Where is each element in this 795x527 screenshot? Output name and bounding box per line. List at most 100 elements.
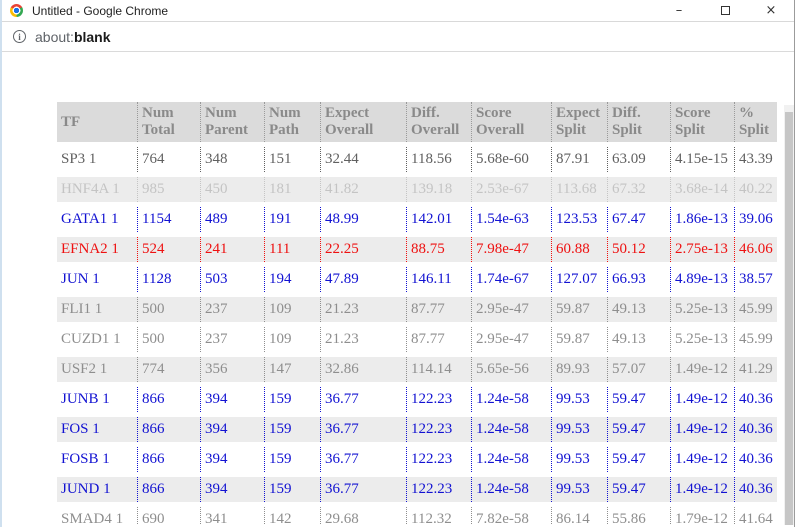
cell: 394 bbox=[200, 387, 264, 412]
cell: 66.93 bbox=[607, 267, 670, 292]
cell: 45.99 bbox=[734, 297, 777, 322]
cell: 4.89e-13 bbox=[670, 267, 734, 292]
cell: 5.65e-56 bbox=[471, 357, 551, 382]
cell: 2.53e-67 bbox=[471, 177, 551, 202]
cell: 181 bbox=[264, 177, 320, 202]
cell: 40.36 bbox=[734, 447, 777, 472]
cell: 36.77 bbox=[320, 387, 406, 412]
cell: 1.49e-12 bbox=[670, 447, 734, 472]
cell: 41.82 bbox=[320, 177, 406, 202]
cell: 123.53 bbox=[551, 207, 607, 232]
cell: 142.01 bbox=[406, 207, 471, 232]
cell: 43.39 bbox=[734, 147, 777, 172]
cell: 88.75 bbox=[406, 237, 471, 262]
table-header: TF Num Total Num Parent Num Path Expect Over… bbox=[57, 102, 777, 142]
tf-name[interactable]: FOS 1 bbox=[57, 417, 137, 442]
tf-name: SP3 1 bbox=[61, 151, 97, 167]
cell: 1154 bbox=[137, 207, 200, 232]
cell: 450 bbox=[200, 177, 264, 202]
tf-name[interactable]: EFNA2 1 bbox=[57, 237, 137, 262]
maximize-icon bbox=[720, 6, 730, 15]
cell: 41.64 bbox=[734, 507, 777, 525]
tf-name[interactable]: JUNB 1 bbox=[57, 387, 137, 412]
cell: 63.09 bbox=[607, 147, 670, 172]
table-row: FOSB 1 866 394 159 36.77 122.23 1.24e-58 99.53 5… bbox=[57, 447, 777, 472]
cell: 5.25e-13 bbox=[670, 297, 734, 322]
cell: 866 bbox=[137, 477, 200, 502]
window-controls: – × bbox=[656, 0, 794, 21]
cell: 22.25 bbox=[320, 237, 406, 262]
scrollbar-thumb[interactable] bbox=[785, 112, 793, 525]
cell: 1.74e-67 bbox=[471, 267, 551, 292]
cell: 122.23 bbox=[406, 387, 471, 412]
tf-name[interactable]: JUND 1 bbox=[57, 477, 137, 502]
cell: 87.77 bbox=[406, 297, 471, 322]
cell: 86.14 bbox=[551, 507, 607, 525]
cell: 159 bbox=[264, 477, 320, 502]
tf-name: SMAD4 1 bbox=[61, 511, 124, 525]
column-header: Diff. Split bbox=[607, 102, 670, 142]
cell: 866 bbox=[137, 447, 200, 472]
cell: 147 bbox=[264, 357, 320, 382]
close-button[interactable]: × bbox=[748, 0, 794, 21]
vertical-scrollbar[interactable] bbox=[784, 105, 794, 525]
cell: 1128 bbox=[137, 267, 200, 292]
cell: 111 bbox=[264, 237, 320, 262]
column-header: Expect Overall bbox=[320, 102, 406, 142]
cell: 194 bbox=[264, 267, 320, 292]
cell: 237 bbox=[200, 327, 264, 352]
column-header: Num Path bbox=[264, 102, 320, 142]
cell: 29.68 bbox=[320, 507, 406, 525]
column-header: Diff. Overall bbox=[406, 102, 471, 142]
cell: 32.86 bbox=[320, 357, 406, 382]
column-header: Score Split bbox=[670, 102, 734, 142]
cell: 503 bbox=[200, 267, 264, 292]
cell: 122.23 bbox=[406, 417, 471, 442]
cell: 99.53 bbox=[551, 387, 607, 412]
table-row: JUNB 1 866 394 159 36.77 122.23 1.24e-58 99.53 5… bbox=[57, 387, 777, 412]
cell: 1.49e-12 bbox=[670, 357, 734, 382]
tf-name[interactable]: FOSB 1 bbox=[57, 447, 137, 472]
url-bar[interactable]: i about:blank bbox=[2, 22, 794, 52]
cell: 40.36 bbox=[734, 417, 777, 442]
cell: 59.47 bbox=[607, 387, 670, 412]
column-header: Expect Split bbox=[551, 102, 607, 142]
cell: 45.99 bbox=[734, 327, 777, 352]
url-scheme: about: bbox=[35, 28, 74, 45]
cell: 191 bbox=[264, 207, 320, 232]
cell: 341 bbox=[200, 507, 264, 525]
column-header: Num Total bbox=[137, 102, 200, 142]
minimize-button[interactable]: – bbox=[656, 0, 702, 21]
cell: 67.47 bbox=[607, 207, 670, 232]
cell: 356 bbox=[200, 357, 264, 382]
cell: 47.89 bbox=[320, 267, 406, 292]
cell: 394 bbox=[200, 417, 264, 442]
column-header: % Split bbox=[734, 102, 777, 142]
cell: 36.77 bbox=[320, 417, 406, 442]
column-header: Score Overall bbox=[471, 102, 551, 142]
cell: 2.95e-47 bbox=[471, 297, 551, 322]
cell: 159 bbox=[264, 387, 320, 412]
cell: 4.15e-15 bbox=[670, 147, 734, 172]
cell: 690 bbox=[137, 507, 200, 525]
cell: 241 bbox=[200, 237, 264, 262]
cell: 237 bbox=[200, 297, 264, 322]
cell: 21.23 bbox=[320, 297, 406, 322]
cell: 774 bbox=[137, 357, 200, 382]
cell: 146.11 bbox=[406, 267, 471, 292]
info-icon[interactable]: i bbox=[13, 30, 26, 43]
cell: 122.23 bbox=[406, 477, 471, 502]
cell: 139.18 bbox=[406, 177, 471, 202]
cell: 3.68e-14 bbox=[670, 177, 734, 202]
cell: 7.98e-47 bbox=[471, 237, 551, 262]
tf-table-wrapper: TF Num Total Num Parent Num Path Expect Over… bbox=[57, 97, 794, 525]
cell: 59.47 bbox=[607, 477, 670, 502]
table-body: SP3 1 764 348 151 32.44 118.56 5.68e-60 87.91 63… bbox=[57, 147, 777, 525]
tf-name[interactable]: GATA1 1 bbox=[57, 207, 137, 232]
cell: 1.54e-63 bbox=[471, 207, 551, 232]
tf-name[interactable]: JUN 1 bbox=[57, 267, 137, 292]
url-text[interactable]: about:blank bbox=[35, 29, 111, 45]
cell: 985 bbox=[137, 177, 200, 202]
cell: 866 bbox=[137, 417, 200, 442]
maximize-button[interactable] bbox=[702, 0, 748, 21]
